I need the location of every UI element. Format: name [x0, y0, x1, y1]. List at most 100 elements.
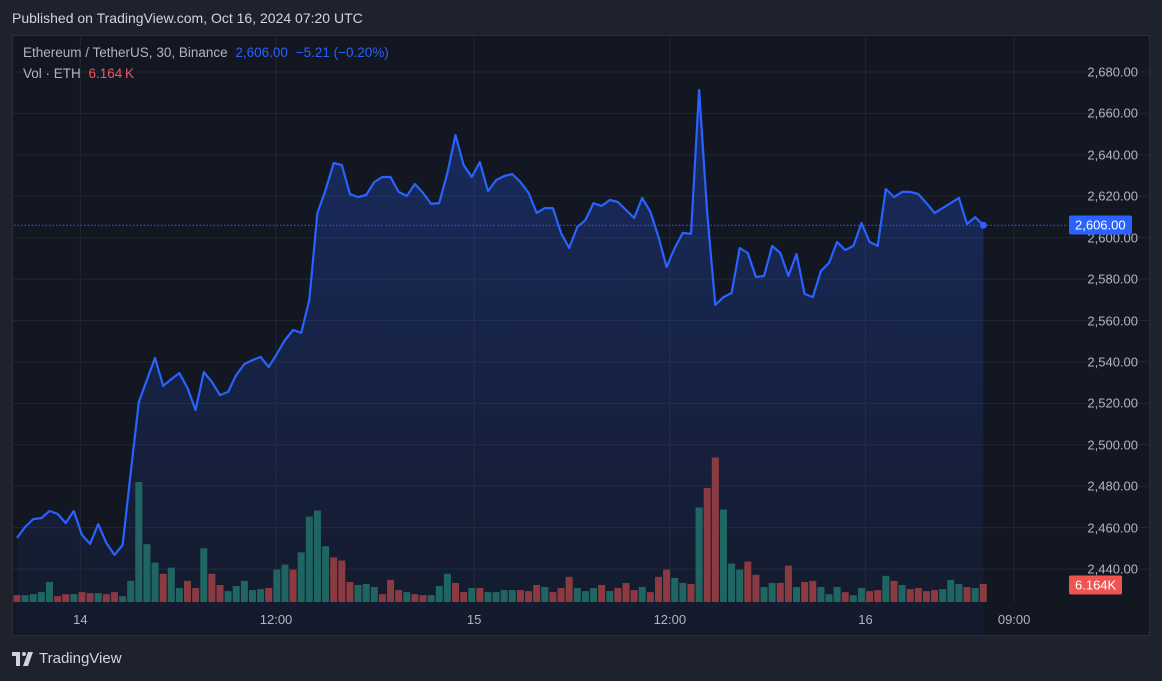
volume-bar: [671, 578, 678, 602]
volume-bar: [850, 595, 857, 602]
volume-bar: [647, 592, 654, 602]
volume-bar: [143, 544, 150, 602]
last-volume-tag: 6.164K: [1069, 576, 1122, 595]
volume-bar: [558, 588, 565, 602]
volume-bar: [346, 582, 353, 602]
volume-bar: [858, 588, 865, 602]
volume-bar: [566, 577, 573, 602]
volume-bar: [639, 587, 646, 602]
price-area-fill: [17, 90, 983, 635]
volume-bar: [955, 584, 962, 602]
price-tick-label: 2,620.00: [1087, 189, 1138, 204]
price-chart[interactable]: [0, 0, 1162, 681]
volume-bar: [87, 593, 94, 602]
volume-bar: [273, 570, 280, 602]
volume-bar: [281, 565, 288, 602]
legend-symbol-row: Ethereum / TetherUS, 30, Binance 2,606.0…: [23, 45, 393, 60]
volume-bar: [728, 564, 735, 602]
volume-bar: [54, 596, 61, 602]
volume-bar: [70, 594, 77, 602]
volume-bar: [931, 590, 938, 602]
volume-bar: [614, 588, 621, 602]
volume-bar: [103, 594, 110, 602]
volume-bar: [468, 588, 475, 602]
volume-bar: [192, 588, 199, 602]
tradingview-logo[interactable]: TradingView: [12, 650, 122, 667]
brand-name: TradingView: [39, 650, 122, 667]
volume-bar: [363, 584, 370, 602]
volume-bar: [22, 595, 29, 602]
volume-bar: [606, 591, 613, 602]
volume-bar: [972, 588, 979, 602]
volume-bar: [817, 587, 824, 602]
volume-bar: [30, 594, 37, 602]
volume-bar: [655, 577, 662, 602]
volume-bar: [484, 592, 491, 602]
volume-bar: [119, 596, 126, 602]
time-tick-label: 12:00: [654, 612, 687, 627]
volume-bar: [631, 590, 638, 602]
price-tick-label: 2,580.00: [1087, 272, 1138, 287]
volume-bar: [704, 488, 711, 602]
volume-bar: [95, 593, 102, 602]
time-tick-label: 14: [73, 612, 87, 627]
volume-bar: [785, 566, 792, 602]
volume-bar: [379, 594, 386, 602]
volume-bar: [249, 590, 256, 602]
price-tick-label: 2,500.00: [1087, 437, 1138, 452]
volume-bar: [265, 588, 272, 602]
legend-volume-row: Vol · ETH 6.164 K: [23, 66, 134, 81]
volume-bar: [980, 584, 987, 602]
volume-bar: [890, 581, 897, 602]
volume-bar: [371, 587, 378, 602]
time-tick-label: 15: [467, 612, 481, 627]
volume-bar: [736, 570, 743, 602]
future-area: [988, 36, 1149, 635]
volume-bar: [395, 590, 402, 602]
volume-bar: [744, 562, 751, 602]
volume-bar: [314, 511, 321, 602]
volume-bar: [176, 588, 183, 602]
volume-bar: [338, 561, 345, 602]
volume-bar: [509, 590, 516, 602]
price-tick-label: 2,440.00: [1087, 562, 1138, 577]
volume-bar: [428, 595, 435, 602]
volume-bar: [46, 582, 53, 602]
price-tick-label: 2,640.00: [1087, 147, 1138, 162]
volume-bar: [923, 591, 930, 602]
volume-bar: [298, 552, 305, 602]
time-tick-label: 12:00: [260, 612, 293, 627]
volume-bar: [915, 588, 922, 602]
price-tick-label: 2,540.00: [1087, 354, 1138, 369]
last-price-dot: [980, 222, 987, 229]
volume-bar: [907, 589, 914, 602]
volume-bar: [225, 591, 232, 602]
volume-bar: [590, 588, 597, 602]
volume-bar: [525, 591, 532, 602]
price-tick-label: 2,660.00: [1087, 106, 1138, 121]
volume-bar: [623, 583, 630, 602]
volume-bar: [679, 583, 686, 602]
volume-bar: [135, 482, 142, 602]
volume-bar: [111, 592, 118, 602]
volume-bar: [769, 583, 776, 602]
volume-bar: [241, 581, 248, 602]
volume-bar: [14, 595, 21, 602]
volume-value: 6.164 K: [89, 66, 135, 81]
legend-change: −5.21 (−0.20%): [296, 45, 389, 60]
volume-bar: [460, 592, 467, 602]
volume-bar: [777, 583, 784, 602]
volume-bar: [598, 585, 605, 602]
volume-bar: [834, 587, 841, 602]
volume-bar: [533, 585, 540, 602]
volume-bar: [306, 517, 313, 602]
volume-bar: [752, 575, 759, 602]
symbol-title: Ethereum / TetherUS, 30, Binance: [23, 45, 228, 60]
volume-bar: [452, 583, 459, 602]
volume-bar: [541, 587, 548, 602]
volume-bar: [62, 594, 69, 602]
volume-bar: [882, 576, 889, 602]
volume-bar: [720, 510, 727, 602]
volume-bar: [964, 587, 971, 602]
volume-bar: [420, 595, 427, 602]
